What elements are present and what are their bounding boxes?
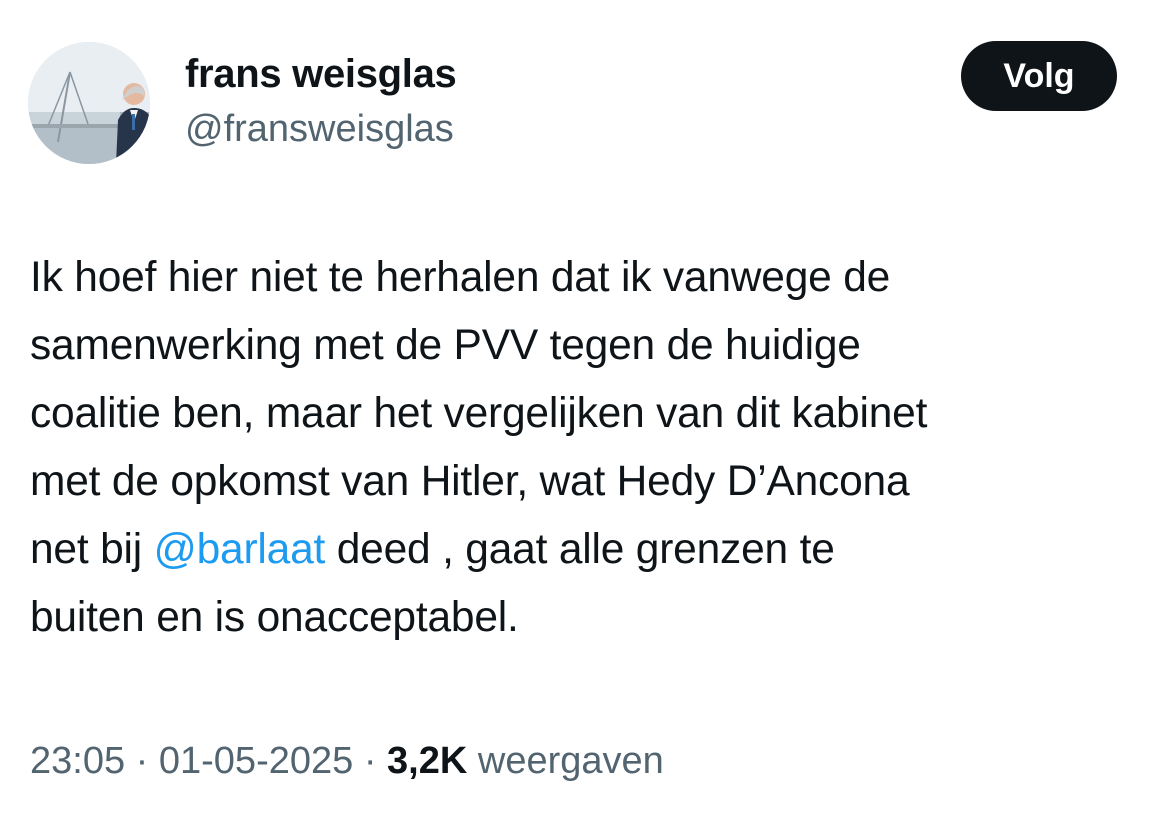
tweet-text-segment: net bij: [30, 526, 154, 573]
follow-button[interactable]: Volg: [961, 41, 1117, 111]
tweet-text-line: Ik hoef hier niet te herhalen dat ik van…: [30, 254, 891, 301]
avatar[interactable]: [28, 42, 150, 164]
tweet-text-line: samenwerking met de PVV tegen de huidige: [30, 322, 861, 369]
tweet-text-line: buiten en is onacceptabel.: [30, 594, 519, 641]
timestamp-time[interactable]: 23:05: [30, 740, 125, 782]
tweet-meta: 23:05 · 01-05-2025 · 3,2K weergaven: [30, 740, 664, 783]
author-handle[interactable]: @fransweisglas: [185, 108, 454, 151]
tweet-text-line: net bij @barlaat deed , gaat alle grenze…: [30, 516, 1150, 584]
tweet-card: frans weisglas @fransweisglas Volg Ik ho…: [0, 0, 1170, 820]
timestamp-date[interactable]: 01-05-2025: [159, 740, 353, 782]
mention-link[interactable]: @barlaat: [154, 526, 326, 573]
meta-separator: ·: [353, 740, 388, 782]
tweet-text: Ik hoef hier niet te herhalen dat ik van…: [30, 244, 1150, 652]
profile-photo-icon: [28, 42, 150, 164]
views-count[interactable]: 3,2K: [387, 740, 467, 782]
author-name[interactable]: frans weisglas: [185, 52, 457, 97]
meta-separator: ·: [125, 740, 159, 782]
tweet-text-line: met de opkomst van Hitler, wat Hedy D’An…: [30, 458, 910, 505]
tweet-text-segment: deed , gaat alle grenzen te: [325, 526, 835, 573]
tweet-text-line: coalitie ben, maar het vergelijken van d…: [30, 390, 928, 437]
views-label: weergaven: [467, 740, 664, 782]
